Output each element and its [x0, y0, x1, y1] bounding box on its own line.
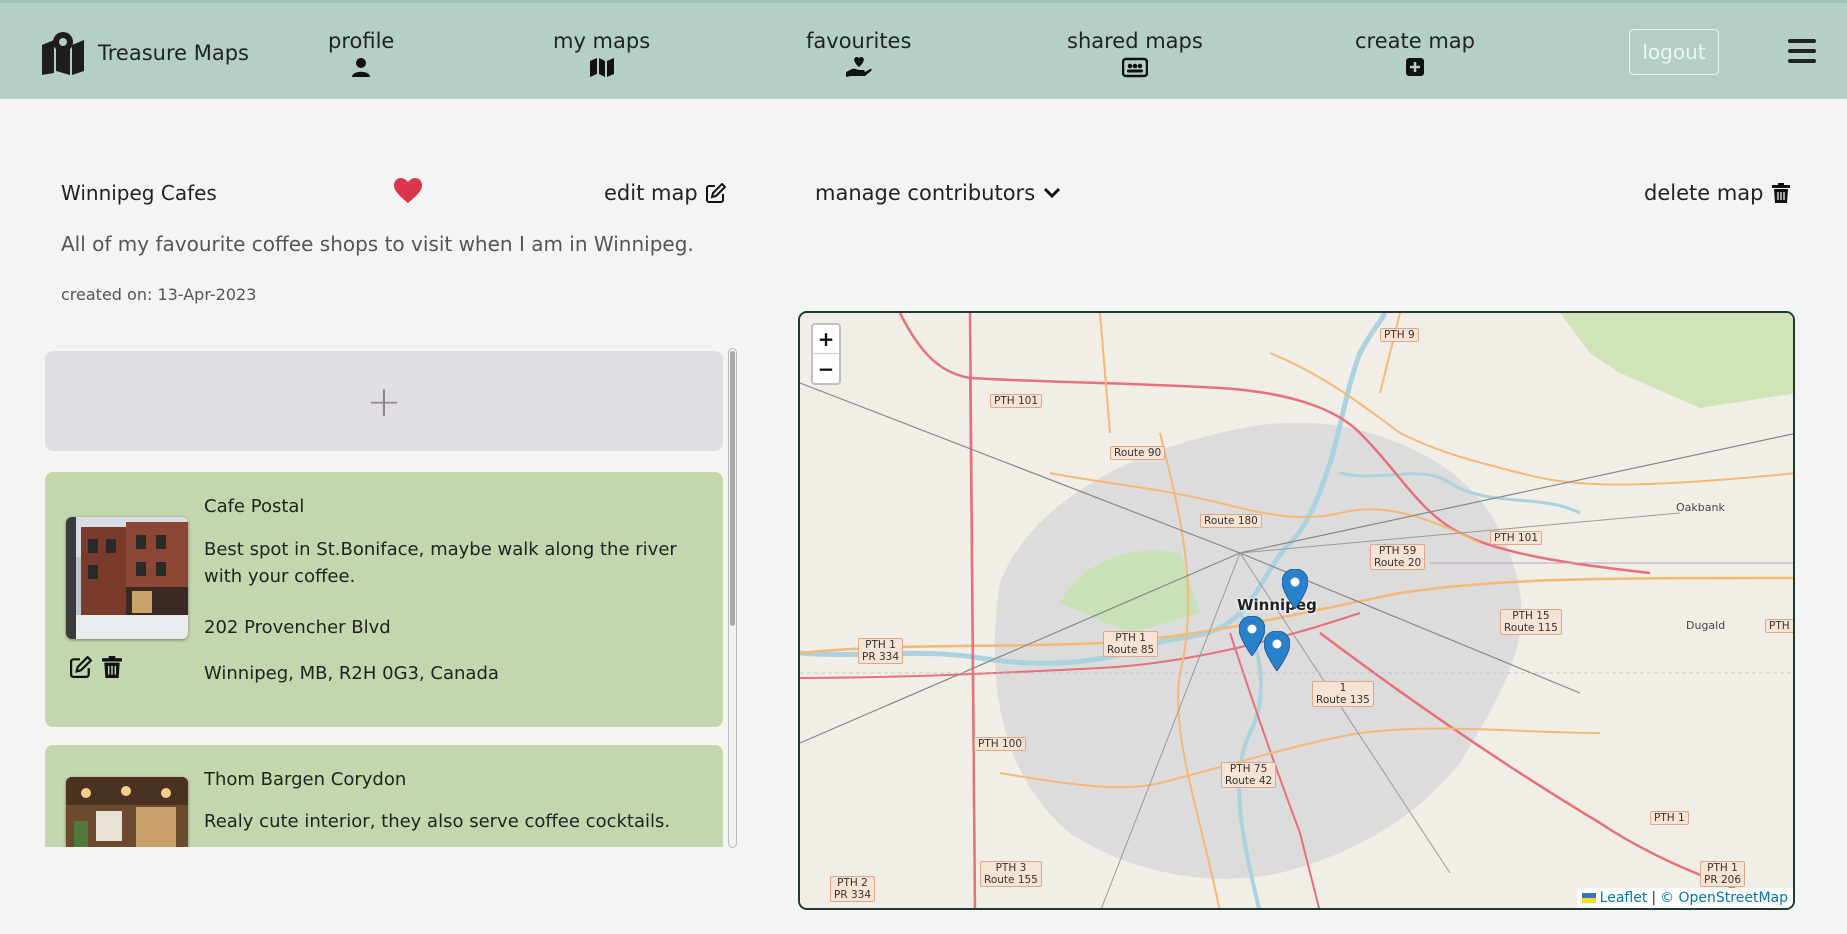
nav-favourites-label: favourites [806, 29, 912, 53]
place-marker[interactable] [1282, 569, 1308, 609]
edit-map-button[interactable]: edit map [604, 181, 726, 205]
edit-icon [705, 183, 726, 203]
place-address-line1: 202 Provencher Blvd [204, 617, 391, 638]
road-label: PTH 15 Route 115 [1500, 609, 1562, 635]
osm-link[interactable]: © OpenStreetMap [1660, 890, 1788, 906]
manage-contributors-label: manage contributors [815, 181, 1036, 205]
map-attribution: Leaflet | © OpenStreetMap [1576, 888, 1793, 908]
place-title: Thom Bargen Corydon [204, 769, 407, 790]
road-label: PTH 1 Route 85 [1103, 631, 1159, 657]
map-icon [589, 56, 614, 78]
place-description: Best spot in St.Boniface, maybe walk alo… [204, 539, 677, 587]
place-photo [66, 517, 188, 639]
leaflet-link[interactable]: Leaflet [1600, 890, 1648, 906]
nav-my-maps[interactable]: my maps [553, 29, 650, 78]
brand-name: Treasure Maps [98, 41, 249, 65]
place-title: Cafe Postal [204, 496, 305, 517]
navbar: Treasure Maps profile my maps favourites… [0, 0, 1847, 99]
road-label: PTH 9 [1380, 328, 1419, 342]
nav-shared-maps[interactable]: shared maps [1067, 29, 1203, 78]
logout-button[interactable]: logout [1629, 29, 1719, 75]
zoom-out-button[interactable]: − [813, 354, 839, 383]
created-date: created on: 13-Apr-2023 [61, 285, 257, 304]
road-label: PTH 1 [1650, 811, 1689, 825]
nav-create-map-label: create map [1355, 29, 1475, 53]
delete-map-label: delete map [1644, 181, 1764, 205]
edit-place-icon[interactable] [70, 656, 92, 678]
list-scrollbar[interactable] [728, 348, 737, 848]
nav-shared-maps-label: shared maps [1067, 29, 1203, 53]
plus-square-icon [1406, 56, 1424, 78]
road-label: PTH 1 PR 206 [1700, 861, 1746, 887]
place-address-line2: Winnipeg, MB, R2H 0G3, Canada [204, 663, 499, 684]
place-description: Realy cute interior, they also serve cof… [204, 811, 671, 832]
map-view[interactable]: + − PTH 9 PTH 101 Route 90 Route 180 PTH… [798, 311, 1795, 910]
nav-create-map[interactable]: create map [1355, 29, 1475, 78]
road-label: PTH 59 Route 20 [1370, 544, 1426, 570]
place-photo [66, 777, 188, 847]
delete-map-button[interactable]: delete map [1644, 181, 1790, 205]
road-label: PTH 101 [990, 394, 1043, 408]
place-marker[interactable] [1264, 631, 1290, 671]
zoom-control: + − [811, 323, 841, 385]
edit-map-label: edit map [604, 181, 698, 205]
attribution-separator: | [1651, 890, 1657, 906]
add-place-button[interactable]: + [45, 351, 723, 451]
hand-heart-icon [845, 56, 872, 78]
road-label: PTH 1 PR 334 [858, 638, 904, 664]
place-label-dugald: Dugald [1686, 619, 1726, 632]
nav-profile[interactable]: profile [328, 29, 394, 78]
trash-icon [1771, 183, 1790, 203]
brand[interactable]: Treasure Maps [40, 31, 249, 75]
user-icon [351, 56, 371, 78]
nav-my-maps-label: my maps [553, 29, 651, 53]
road-label: PTH 75 Route 42 [1221, 762, 1277, 788]
place-label-oakbank: Oakbank [1676, 501, 1725, 514]
place-marker[interactable] [1239, 616, 1265, 656]
road-label: Route 180 [1200, 514, 1262, 528]
hamburger-menu-icon[interactable] [1788, 39, 1816, 63]
place-card[interactable]: Thom Bargen Corydon Realy cute interior,… [45, 745, 723, 847]
zoom-in-button[interactable]: + [813, 325, 839, 354]
favourite-heart-icon[interactable] [394, 178, 422, 204]
road-label: PTH 3 Route 155 [980, 861, 1042, 887]
list-scrollbar-thumb[interactable] [730, 351, 735, 626]
map-title: Winnipeg Cafes [61, 181, 217, 205]
road-label: Route 90 [1110, 446, 1166, 460]
chevron-down-icon [1044, 187, 1061, 199]
map-description: All of my favourite coffee shops to visi… [61, 232, 694, 256]
delete-place-icon[interactable] [102, 656, 122, 678]
manage-contributors-dropdown[interactable]: manage contributors [815, 181, 1061, 205]
nav-profile-label: profile [328, 29, 395, 53]
place-list[interactable]: + Cafe Postal Best spot in St.Boniface, … [45, 351, 723, 847]
road-label: 1 Route 135 [1312, 681, 1374, 707]
road-label: PTH 2 PR 334 [830, 876, 876, 902]
nav-favourites[interactable]: favourites [806, 29, 911, 78]
contacts-icon [1121, 56, 1148, 78]
road-label: PTH 100 [974, 737, 1027, 751]
ukraine-flag-icon [1581, 893, 1596, 903]
road-label: PTH 1 [1765, 619, 1793, 633]
road-label: PTH 101 [1490, 531, 1543, 545]
place-card[interactable]: Cafe Postal Best spot in St.Boniface, ma… [45, 472, 723, 727]
map-pin-logo-icon [42, 32, 84, 75]
place-tools [70, 656, 122, 678]
